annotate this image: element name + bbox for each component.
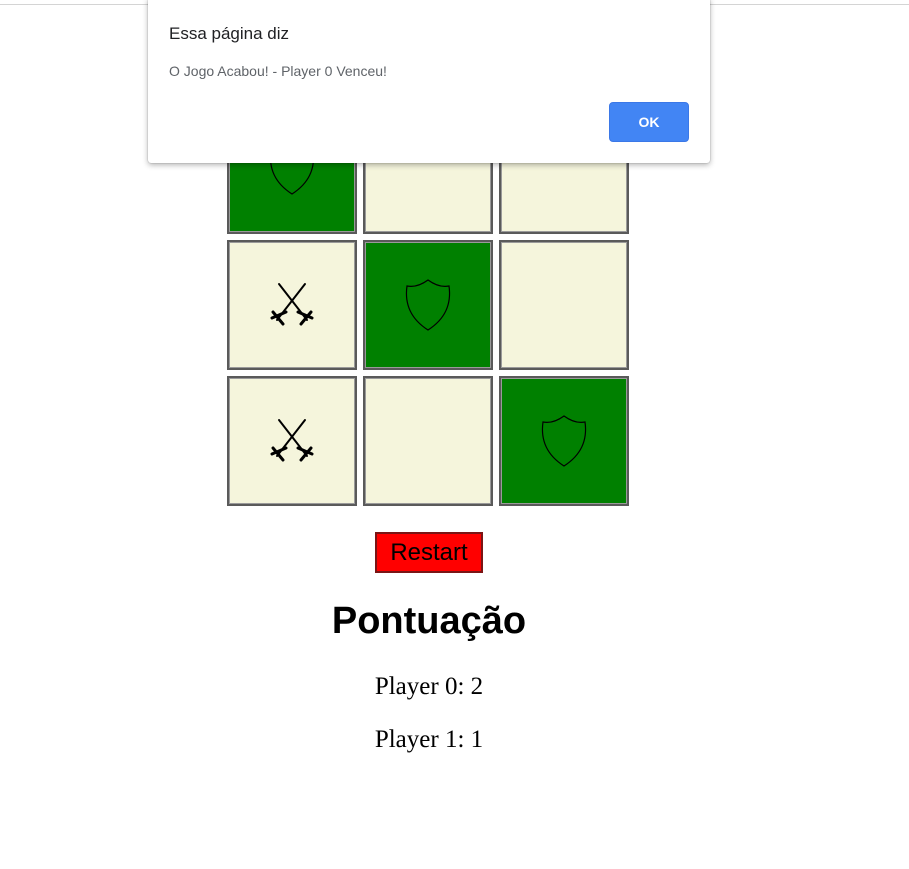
dialog-title: Essa página diz <box>169 24 290 43</box>
score-title: Pontuação <box>331 600 527 642</box>
board-cell-8[interactable] <box>363 376 493 506</box>
board-cell-4[interactable] <box>227 240 357 370</box>
board-cell-6[interactable] <box>499 240 629 370</box>
crossed-swords-icon <box>270 283 314 326</box>
crossed-swords-icon <box>270 419 314 462</box>
dialog-message: O Jogo Acabou! - Player 0 Venceu! <box>169 63 387 79</box>
shield-icon <box>405 279 451 331</box>
restart-button[interactable]: Restart <box>375 532 483 573</box>
alert-dialog: Essa página diz O Jogo Acabou! - Player … <box>148 0 710 163</box>
shield-icon <box>541 415 587 467</box>
game-board <box>227 104 632 509</box>
ok-button[interactable]: OK <box>609 102 689 142</box>
board-cell-5[interactable] <box>363 240 493 370</box>
board-cell-7[interactable] <box>227 376 357 506</box>
player-0-score: Player 0: 2 <box>374 673 484 700</box>
board-cell-9[interactable] <box>499 376 629 506</box>
player-1-score: Player 1: 1 <box>374 726 484 753</box>
